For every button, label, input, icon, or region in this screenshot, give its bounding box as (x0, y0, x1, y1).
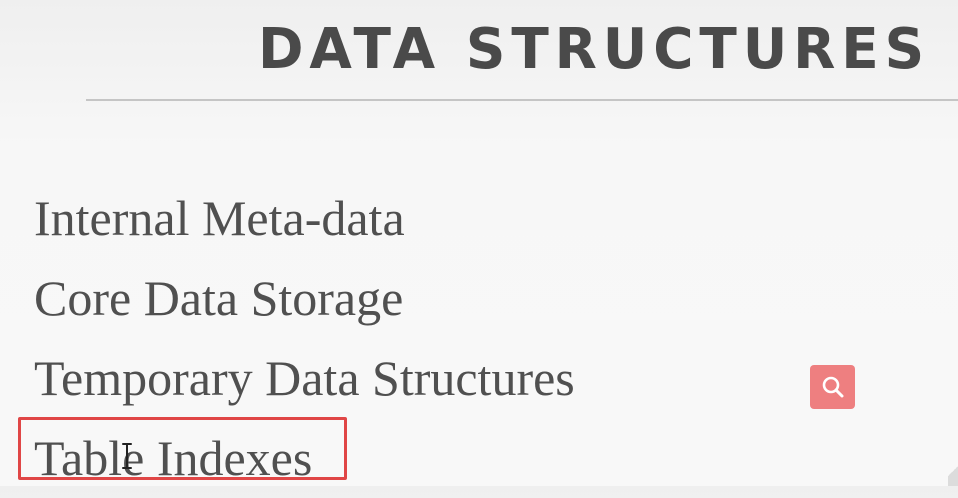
slide-page: DATA STRUCTURES Internal Meta-data Core … (0, 0, 958, 486)
page-title: DATA STRUCTURES (258, 17, 931, 82)
title-divider (86, 99, 958, 101)
corner-accent (948, 456, 958, 486)
topic-item-temporary-data-structures[interactable]: Temporary Data Structures (34, 338, 575, 418)
text-cursor-icon (122, 443, 132, 469)
highlight-box (18, 417, 347, 480)
search-button[interactable] (810, 365, 855, 409)
topic-item-internal-meta-data[interactable]: Internal Meta-data (34, 178, 575, 258)
topic-item-core-data-storage[interactable]: Core Data Storage (34, 258, 575, 338)
search-icon (822, 376, 843, 398)
